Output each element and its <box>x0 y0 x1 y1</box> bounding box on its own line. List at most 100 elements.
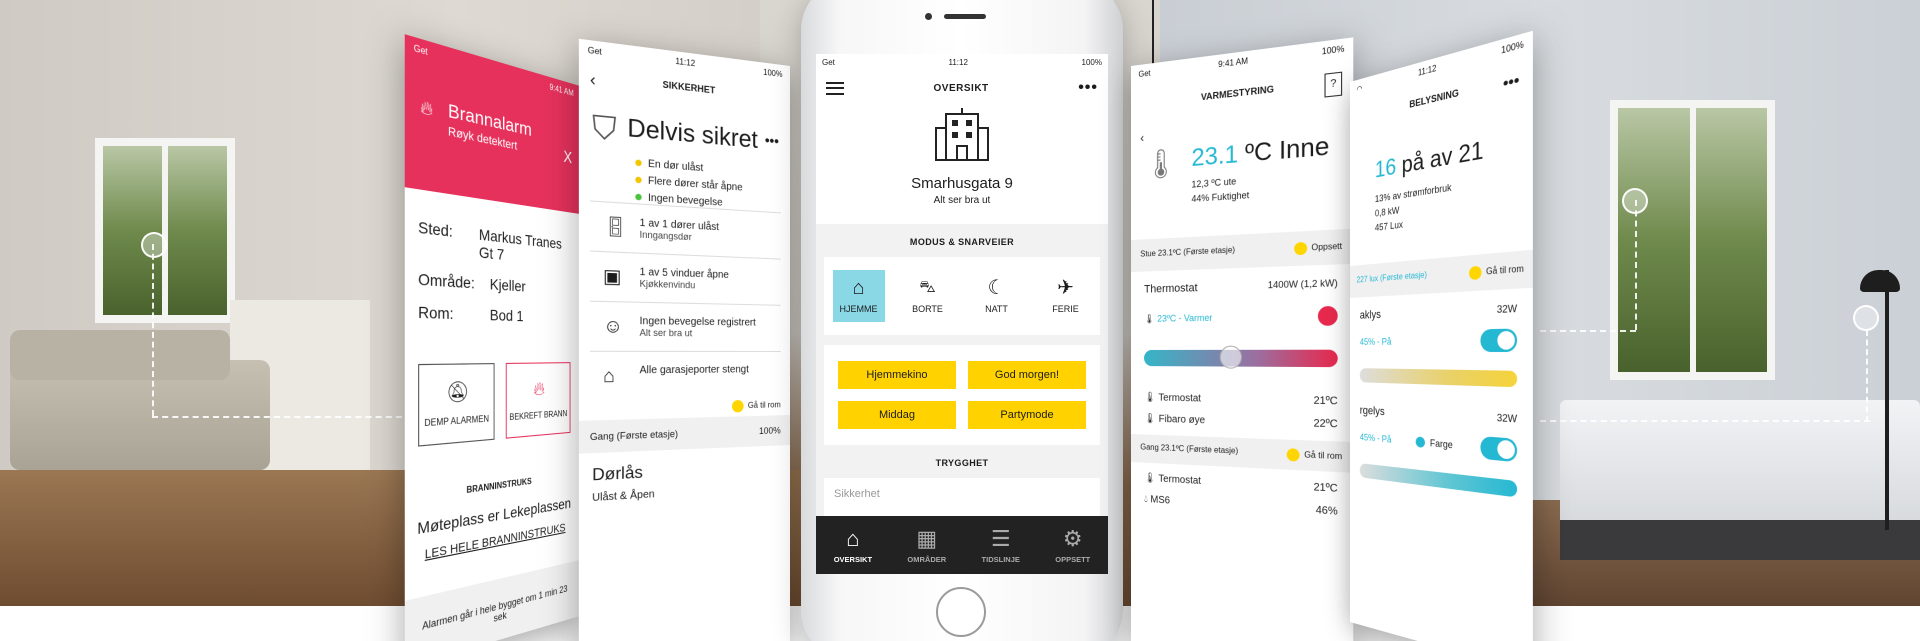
sensor-value: 21ºC <box>1313 481 1338 496</box>
list-item-garage[interactable]: ⌂ Alle garasjeporter stengt <box>589 350 781 401</box>
shortcut-home-cinema-button[interactable]: Hjemmekino <box>838 361 956 389</box>
tab-timeline[interactable]: ☰ TIDSLINJE <box>982 525 1020 564</box>
timeline-icon: ☰ <box>990 525 1011 551</box>
safety-preview[interactable]: Sikkerhet <box>824 478 1100 518</box>
hotspot-fire-sensor[interactable] <box>141 232 167 258</box>
list-item-motion[interactable]: ☺ Ingen bevegelse registrert Alt ser bra … <box>589 300 781 351</box>
status-time: 11:12 <box>675 55 696 68</box>
wifi-icon: ◠ <box>1356 83 1363 94</box>
mute-alarm-label: DEMP ALARMEN <box>424 413 490 429</box>
sensor-label: 🌡︎ Fibaro øye <box>1144 413 1206 427</box>
light-toggle[interactable] <box>1480 436 1518 463</box>
app-header: OVERSIKT ••• <box>816 70 1108 106</box>
goto-room-link[interactable]: Gå til rom <box>1469 262 1524 281</box>
overview-screen: Get 11:12 100% OVERSIKT ••• Smarhusgata … <box>816 54 1108 574</box>
living-room-window <box>95 138 235 323</box>
connector-line <box>1635 200 1637 330</box>
back-chevron-icon[interactable]: ‹ <box>590 71 596 91</box>
location-value: Markus Tranes Gt 7 <box>478 225 562 264</box>
sensor-label: 🌡︎ Termostat <box>1144 392 1202 405</box>
sensor-value: 46% <box>1315 504 1338 518</box>
more-icon[interactable]: ••• <box>765 132 779 149</box>
connector-line <box>152 416 402 418</box>
battery-text: 100% <box>1321 43 1345 57</box>
brightness-slider[interactable] <box>1359 368 1518 388</box>
thermometer-icon: 🌡︎ <box>1144 313 1158 324</box>
light-state: 45% - På <box>1359 431 1392 445</box>
phone-frame: Get 11:12 100% OVERSIKT ••• Smarhusgata … <box>801 0 1123 641</box>
confirm-fire-button[interactable]: 🔥︎ BEKREFT BRANN <box>505 362 571 439</box>
menu-icon[interactable] <box>826 81 844 95</box>
light-name: aklys <box>1359 308 1381 322</box>
scene-shortcuts: Hjemmekino God morgen! Middag Partymode <box>824 345 1100 445</box>
garage-icon: ⌂ <box>603 364 615 387</box>
temperature-slider[interactable] <box>1144 345 1338 369</box>
connector-line <box>1866 330 1868 422</box>
thermostat-label: Thermostat <box>1144 281 1198 296</box>
carrier-text: Get <box>1138 68 1151 79</box>
earpiece-speaker <box>944 14 986 19</box>
tab-overview[interactable]: ⌂ OVERSIKT <box>834 526 872 564</box>
heating-screen: Get 9:41 AM 100% VARMESTYRING ? ‹ 🌡︎ 23.… <box>1131 37 1354 641</box>
building-summary: Smarhusgata 9 Alt ser bra ut <box>816 106 1108 224</box>
mode-night-button[interactable]: ☾ NATT <box>971 270 1023 322</box>
moon-icon: ☾ <box>987 277 1006 299</box>
confirm-fire-label: BEKREFT BRANN <box>509 408 568 423</box>
sensor-value: 21ºC <box>1313 395 1338 408</box>
heating-state: 🌡︎ 23ºC - Varmer <box>1144 312 1213 324</box>
color-slider[interactable] <box>1359 463 1518 498</box>
room-value: Bod 1 <box>489 305 524 325</box>
battery-text: 100% <box>1081 57 1102 67</box>
area-row: Område: Kjeller <box>405 269 580 298</box>
color-option[interactable]: Farge <box>1415 436 1453 451</box>
battery-level: 100% <box>758 425 781 437</box>
sofa <box>10 330 270 470</box>
hotspot-window-light[interactable] <box>1622 188 1648 214</box>
back-chevron-icon[interactable]: ‹ <box>1140 131 1144 145</box>
help-button[interactable]: ? <box>1324 71 1343 98</box>
modes-section-header: MODUS & SNARVEIER <box>909 237 1015 247</box>
mode-home-button[interactable]: ⌂ HJEMME <box>832 270 885 322</box>
mute-alarm-button[interactable]: 🔕︎ DEMP ALARMEN <box>418 363 495 447</box>
tab-bar: ⌂ OVERSIKT ▦ OMRÅDER ☰ TIDSLINJE ⚙ OPPSE… <box>816 516 1108 574</box>
more-icon[interactable]: ••• <box>1078 79 1098 97</box>
setup-link[interactable]: Oppsett <box>1294 240 1342 256</box>
hotspot-floor-lamp[interactable] <box>1853 305 1879 331</box>
heating-indicator <box>1317 305 1338 326</box>
tab-areas[interactable]: ▦ OMRÅDER <box>907 526 946 564</box>
location-row: Sted: Markus Tranes Gt 7 <box>405 216 580 270</box>
light-wattage: 32W <box>1496 411 1518 425</box>
status-time: 9:41 AM <box>549 81 574 98</box>
light-toggle[interactable] <box>1480 328 1518 352</box>
goto-room-link[interactable]: Gå til rom <box>579 399 790 416</box>
room-name: Stue 23.1ºC (Første etasje) <box>1140 245 1236 259</box>
mode-vacation-button[interactable]: ✈ FERIE <box>1040 270 1092 322</box>
arrow-icon <box>1287 448 1300 462</box>
security-status-text: Delvis sikret <box>627 113 758 155</box>
shortcut-dinner-button[interactable]: Middag <box>838 401 956 429</box>
slider-handle[interactable] <box>1219 345 1242 369</box>
arrow-icon <box>1469 265 1482 281</box>
area-label: Område: <box>418 269 475 292</box>
thermometer-icon: 🌡︎ <box>1144 146 1178 181</box>
battery-text: 100% <box>763 67 783 79</box>
bell-off-icon: 🔕︎ <box>445 380 470 404</box>
safety-section-header: TRYGGHET <box>935 458 989 468</box>
goto-room-link[interactable]: Gå til rom <box>1287 448 1342 463</box>
tab-settings[interactable]: ⚙ OPPSETT <box>1055 526 1090 564</box>
front-camera <box>925 13 932 20</box>
lighting-screen: ◠ 11:12 100% BELYSNING ••• 16 på av 21 1… <box>1350 30 1533 641</box>
door-icon: 🚪︎ <box>603 215 628 239</box>
list-item-windows[interactable]: ▣ 1 av 5 vinduer åpne Kjøkkenvindu <box>589 250 781 305</box>
shortcut-good-morning-button[interactable]: God morgen! <box>968 361 1086 389</box>
sensor-value: 22ºC <box>1313 417 1338 431</box>
mode-away-button[interactable]: ⛍ BORTE <box>902 270 954 322</box>
status-time: 11:12 <box>1418 62 1437 78</box>
shortcut-partymode-button[interactable]: Partymode <box>968 401 1086 429</box>
more-icon[interactable]: ••• <box>1503 70 1519 93</box>
close-icon[interactable]: X <box>563 148 572 168</box>
home-button[interactable] <box>936 587 986 637</box>
location-label: Sted: <box>418 217 453 241</box>
status-time: 9:41 AM <box>1218 55 1248 69</box>
building-icon <box>935 108 989 161</box>
